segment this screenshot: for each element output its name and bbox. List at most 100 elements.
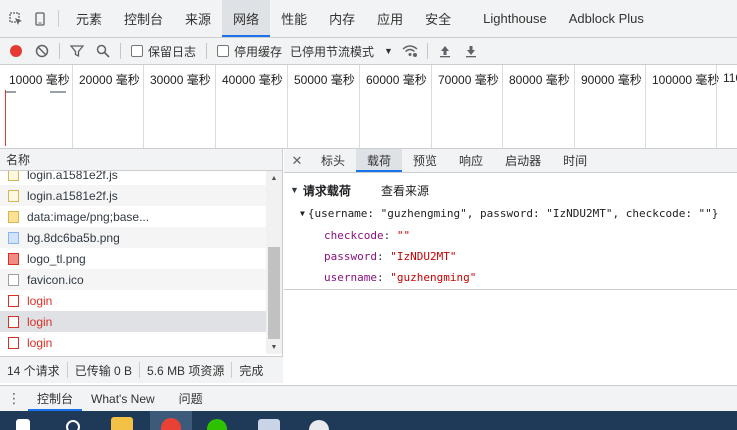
request-list-scrollbar[interactable]: ▲ ▼ [266,171,282,354]
device-toolbar-icon[interactable] [28,0,52,37]
record-button[interactable] [3,38,29,64]
tick-label: 60000 毫秒 [366,73,427,87]
request-payload-section-header[interactable]: ▼ 请求载荷 查看来源 [290,181,737,199]
tab-application[interactable]: 应用 [366,0,414,37]
payload-field[interactable]: password: "IzNDU2MT" [324,246,737,267]
export-har-button[interactable] [458,38,484,64]
inspect-element-icon[interactable] [4,0,28,37]
field-key: password [324,250,377,263]
drawer-tab-console[interactable]: 控制台 [28,386,83,411]
more-options-icon[interactable]: ⋮ [0,386,28,411]
tab-lighthouse[interactable]: Lighthouse [472,0,558,37]
tab-label: 控制台 [124,12,164,27]
drawer-tab-whats-new[interactable]: What's New [82,386,164,411]
import-har-button[interactable] [432,38,458,64]
tab-preview[interactable]: 预览 [402,149,448,172]
filter-button[interactable] [64,38,90,64]
field-key: checkcode [324,229,384,242]
tab-headers[interactable]: 标头 [310,149,356,172]
image-file-icon [8,252,19,265]
tab-label: 网络 [233,12,260,27]
tab-timing[interactable]: 时间 [552,149,598,172]
tab-initiator[interactable]: 启动器 [494,149,552,172]
settings-icon[interactable] [309,420,329,430]
scroll-down-arrow-icon[interactable]: ▼ [266,340,282,354]
timeline-overview[interactable]: 10000 毫秒 20000 毫秒 30000 毫秒 40000 毫秒 5000… [0,65,737,149]
triangle-down-icon[interactable]: ▼ [290,185,299,195]
request-row[interactable]: login.a1581e2f.js [0,171,266,185]
upload-icon [439,46,450,58]
throttling-value: 已停用节流模式 [290,44,375,59]
triangle-down-icon[interactable]: ▼ [300,209,305,218]
windows-start-icon[interactable] [16,419,30,430]
disable-cache-checkbox[interactable]: 停用缓存 [217,43,282,60]
detail-tab-bar: ✕ 标头 载荷 预览 响应 启动器 时间 [284,149,737,173]
request-name: favicon.ico [27,272,84,287]
tab-elements[interactable]: 元素 [65,0,113,37]
tab-console[interactable]: 控制台 [113,0,174,37]
scrollbar-thumb[interactable] [268,247,280,339]
checkbox-box[interactable] [217,45,230,57]
section-divider [284,289,737,290]
tab-label: 启动器 [505,154,542,168]
tab-response[interactable]: 响应 [448,149,494,172]
tab-label: 内存 [329,12,356,27]
failed-request-icon [8,315,19,328]
tab-divider [58,10,59,27]
drawer-tab-issues[interactable]: 问题 [170,386,212,411]
file-explorer-icon[interactable] [111,417,133,430]
wechat-icon[interactable] [207,419,227,430]
clear-button[interactable] [29,38,55,64]
tab-sources[interactable]: 来源 [174,0,222,37]
throttling-select[interactable]: 已停用节流模式 ▼ [290,43,393,60]
tick-label: 10000 毫秒 [9,73,70,87]
search-icon [96,44,110,58]
app-window-icon[interactable] [258,419,280,430]
request-row[interactable]: login.a1581e2f.js [0,185,266,206]
timeline-tick: 10000 毫秒 [3,65,70,148]
request-row[interactable]: bg.8dc6ba5b.png [0,227,266,248]
name-column-header[interactable]: 名称 [0,149,282,171]
timeline-tick: 30000 毫秒 [143,65,211,148]
request-row[interactable]: favicon.ico [0,269,266,290]
timeline-tick: 50000 毫秒 [287,65,355,148]
search-button[interactable] [90,38,116,64]
timeline-tick: 20000 毫秒 [72,65,140,148]
object-summary-text: {username: "guzhengming", password: "IzN… [307,206,719,220]
tick-label: 70000 毫秒 [438,73,499,87]
request-row[interactable]: data:image/png;base... [0,206,266,227]
request-name: login [27,314,53,329]
checkbox-box[interactable] [131,45,143,57]
close-icon[interactable]: ✕ [284,149,310,172]
tab-label: 预览 [413,154,438,168]
scroll-up-arrow-icon[interactable]: ▲ [266,171,282,185]
tab-payload[interactable]: 载荷 [356,149,403,172]
image-file-icon [8,210,19,223]
payload-object-summary[interactable]: ▼ {username: "guzhengming", password: "I… [300,205,737,221]
script-file-icon [8,189,19,202]
tab-adblock-plus[interactable]: Adblock Plus [558,0,655,37]
tab-label: Lighthouse [483,11,547,26]
tab-performance[interactable]: 性能 [270,0,318,37]
network-conditions-button[interactable] [397,38,423,64]
tab-security[interactable]: 安全 [414,0,462,37]
search-icon[interactable] [66,420,80,430]
timeline-tick: 90000 毫秒 [574,65,642,148]
tab-label: 时间 [563,154,588,168]
request-row-selected[interactable]: login [0,311,266,332]
tick-label: 100000 毫秒 [652,73,720,87]
request-row[interactable]: login [0,332,266,353]
payload-field[interactable]: username: "guzhengming" [324,267,737,288]
dropdown-arrow-icon: ▼ [384,46,393,56]
tab-label: 元素 [76,12,103,27]
request-row[interactable]: logo_tl.png [0,248,266,269]
tab-label: 标头 [321,154,346,168]
preserve-log-checkbox[interactable]: 保留日志 [131,43,196,60]
tab-memory[interactable]: 内存 [318,0,366,37]
request-row[interactable]: login [0,290,266,311]
tab-network[interactable]: 网络 [222,0,271,37]
network-status-bar: 14 个请求 已传输 0 B 5.6 MB 项资源 完成 [0,356,283,383]
request-name: login [27,335,53,350]
payload-field[interactable]: checkcode: "" [324,225,737,246]
view-source-link[interactable]: 查看来源 [381,182,429,199]
